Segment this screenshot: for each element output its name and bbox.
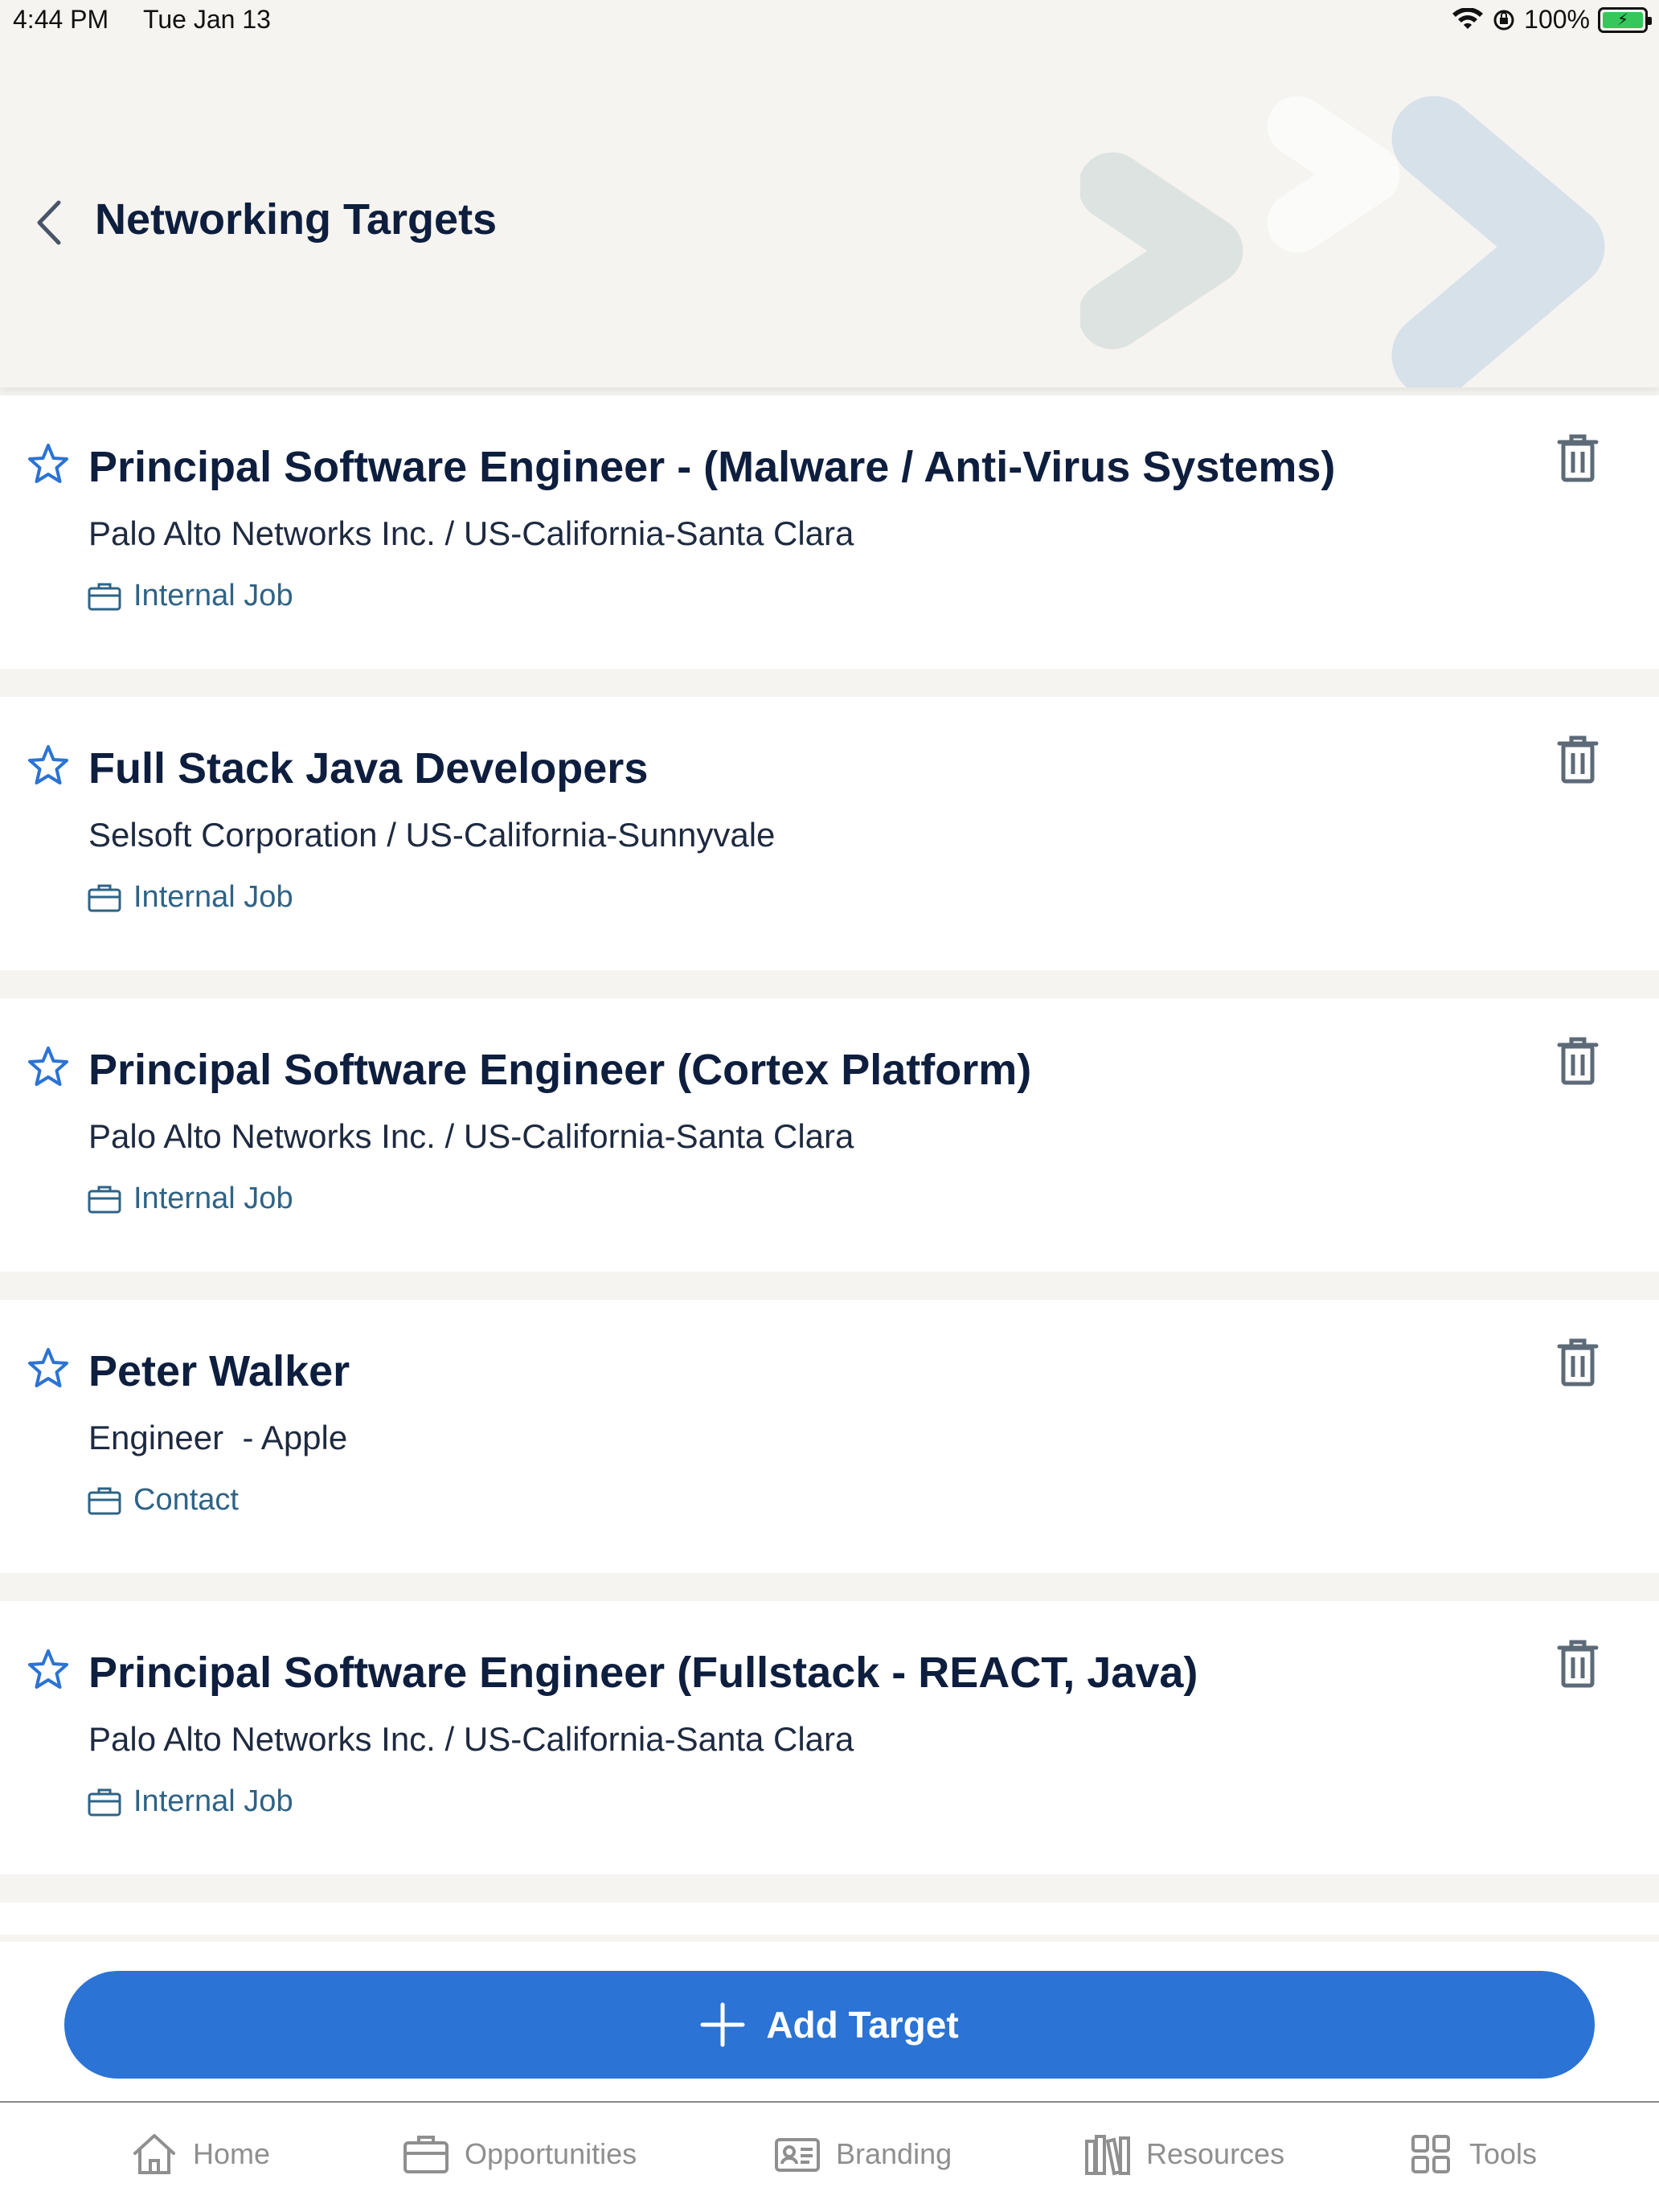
target-title: Principal Software Engineer - (Malware /… [88,443,1336,491]
target-subtitle: Selsoft Corporation / US-California-Sunn… [88,816,776,854]
target-type: Internal Job [87,1784,293,1819]
target-subtitle: Palo Alto Networks Inc. / US-California-… [88,514,854,552]
trash-icon[interactable] [1556,432,1600,484]
briefcase-icon [88,884,121,911]
tab-tools[interactable]: Tools [1407,2132,1537,2177]
target-card[interactable]: Principal Software Engineer (Cortex Plat… [0,998,1659,1272]
home-icon [133,2134,175,2174]
bottom-action-area: Add Target [0,1942,1659,2103]
tab-opportunities-label: Opportunities [465,2137,637,2170]
target-subtitle: Palo Alto Networks Inc. / US-California-… [88,1720,854,1758]
tab-tools-label: Tools [1469,2137,1538,2170]
briefcase-icon [88,1186,121,1213]
trash-icon[interactable] [1556,1035,1600,1087]
star-icon[interactable] [26,743,71,789]
target-type-label: Internal Job [133,880,293,914]
tab-home[interactable]: Home [130,2132,270,2177]
star-icon[interactable] [26,442,71,487]
target-type: Contact [87,1483,239,1518]
briefcase-icon [88,1788,121,1816]
star-icon[interactable] [26,1045,71,1090]
target-card[interactable]: Full Stack Java Developers Selsoft Corpo… [0,697,1659,970]
trash-icon[interactable] [1556,1337,1600,1388]
tab-bar: Home Opportunities Branding Resources To… [0,2101,1659,2212]
battery-percent: 100% [1524,5,1590,34]
target-type: Internal Job [87,880,293,915]
target-card-partial [0,1903,1659,1935]
status-date: Tue Jan 13 [143,5,271,34]
tab-branding[interactable]: Branding [773,2132,952,2177]
grid-icon [1411,2135,1450,2173]
target-type-label: Internal Job [133,1784,293,1818]
target-title: Principal Software Engineer (Fullstack -… [88,1649,1198,1697]
briefcase-icon [403,2136,449,2173]
target-card[interactable]: Peter Walker Engineer - Apple Contact [0,1300,1659,1573]
briefcase-icon [88,583,121,610]
page-title: Networking Targets [95,195,498,244]
target-card[interactable]: Principal Software Engineer (Fullstack -… [0,1601,1659,1874]
trash-icon[interactable] [1556,734,1600,785]
plus-icon [700,2002,745,2047]
add-target-label: Add Target [766,2004,959,2046]
tab-resources[interactable]: Resources [1083,2132,1284,2177]
target-title: Full Stack Java Developers [88,744,649,793]
rotation-lock-icon [1493,10,1514,30]
star-icon[interactable] [26,1648,71,1693]
books-icon [1085,2135,1130,2176]
status-bar: 4:44 PM Tue Jan 13 100% ⚡ [0,0,1659,42]
chevron-left-icon [37,200,61,245]
target-title: Peter Walker [88,1347,350,1395]
briefcase-icon [88,1487,121,1514]
tab-branding-label: Branding [836,2137,952,2170]
target-title: Principal Software Engineer (Cortex Plat… [88,1046,1032,1094]
target-type: Internal Job [87,579,293,613]
header: Networking Targets [0,42,1659,387]
trash-icon[interactable] [1556,1638,1600,1690]
target-subtitle: Engineer - Apple [88,1419,348,1456]
target-type-label: Internal Job [133,579,293,612]
targets-list: Principal Software Engineer - (Malware /… [0,395,1659,1935]
target-type-label: Contact [133,1483,239,1517]
status-time: 4:44 PM [13,5,109,34]
back-button[interactable] [24,190,72,255]
add-target-button[interactable]: Add Target [64,1971,1595,2079]
tab-opportunities[interactable]: Opportunities [402,2132,637,2177]
tab-home-label: Home [193,2137,271,2170]
chevrons-decoration [1080,96,1605,387]
wifi-icon [1452,7,1484,29]
status-indicators: 100% ⚡ [1452,5,1652,35]
target-type: Internal Job [87,1182,293,1216]
star-icon[interactable] [26,1346,71,1391]
target-type-label: Internal Job [133,1182,293,1215]
id-card-icon [775,2138,820,2172]
target-subtitle: Palo Alto Networks Inc. / US-California-… [88,1117,854,1155]
target-card[interactable]: Principal Software Engineer - (Malware /… [0,395,1659,669]
battery-icon: ⚡ [1598,6,1652,33]
tab-resources-label: Resources [1146,2137,1285,2170]
